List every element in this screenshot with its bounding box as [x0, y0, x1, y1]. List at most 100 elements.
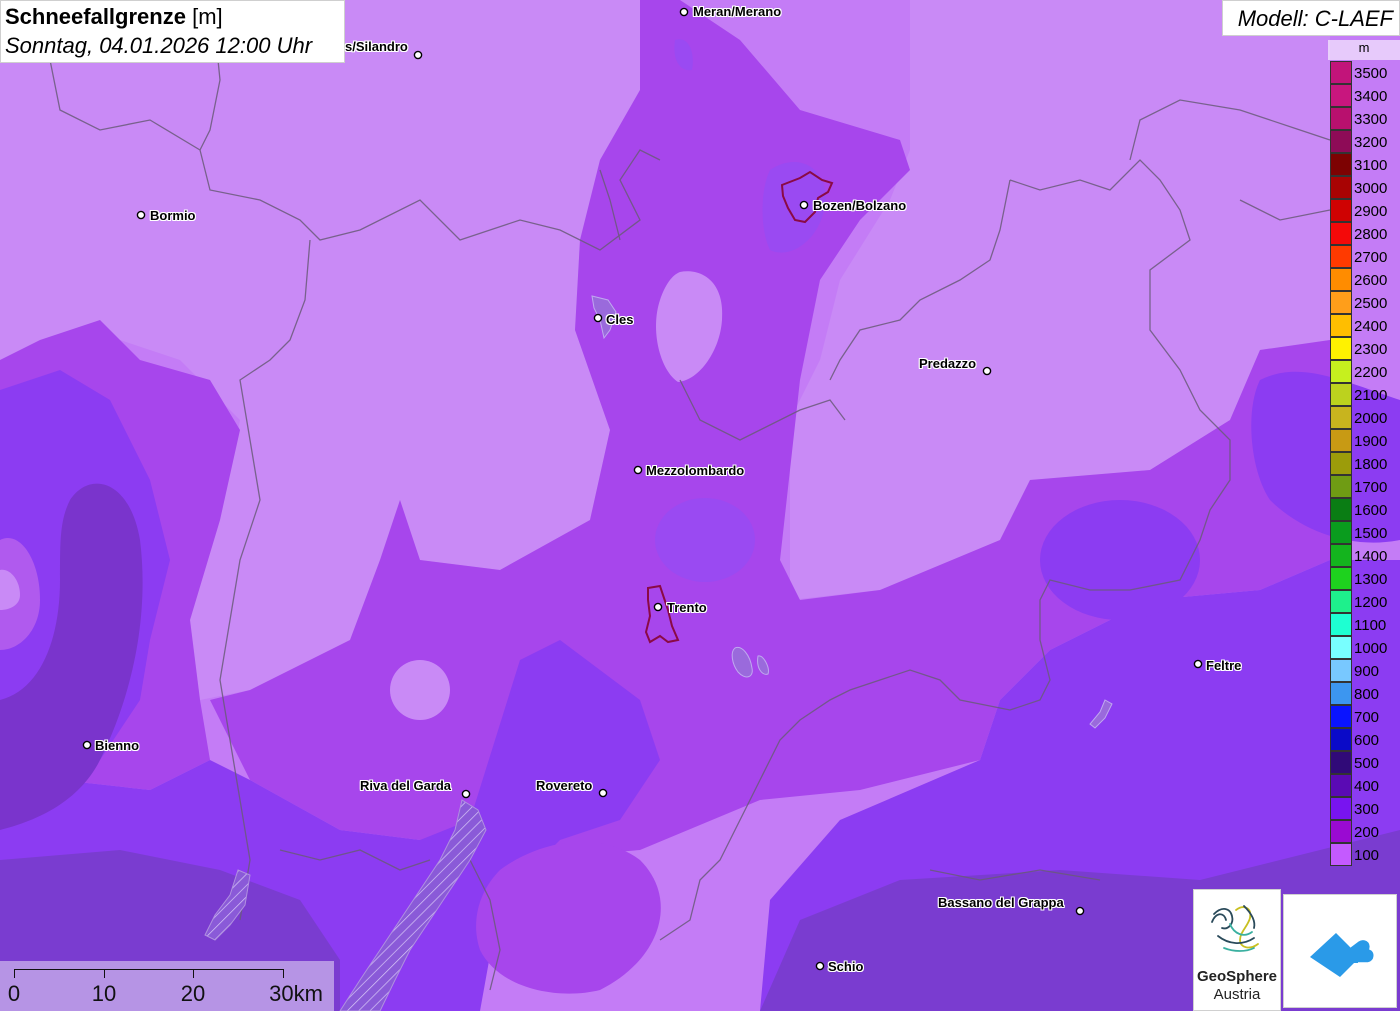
scale-tick — [14, 969, 15, 978]
legend-label: 1900 — [1354, 433, 1388, 450]
legend-item: 900 — [1328, 659, 1400, 682]
legend-label: 300 — [1354, 801, 1380, 818]
city-label: Predazzo — [919, 356, 977, 371]
city-dot — [633, 465, 643, 475]
legend-item: 1800 — [1328, 452, 1400, 475]
city-dot — [593, 313, 603, 323]
legend-swatch — [1330, 452, 1352, 475]
legend-item: 1400 — [1328, 544, 1400, 567]
map-title: Schneefallgrenze [m] — [5, 4, 223, 30]
legend-unit: m — [1328, 40, 1400, 60]
legend-label: 2200 — [1354, 364, 1388, 381]
legend-item: 600 — [1328, 728, 1400, 751]
legend-item: 1500 — [1328, 521, 1400, 544]
legend-swatch — [1330, 797, 1352, 820]
snowline-map[interactable] — [0, 0, 1400, 1011]
city-label: Feltre — [1206, 658, 1242, 673]
legend-label: 2000 — [1354, 410, 1388, 427]
legend-item: 2200 — [1328, 360, 1400, 383]
legend-label: 100 — [1354, 847, 1380, 864]
legend-swatch — [1330, 820, 1352, 843]
legend-label: 1600 — [1354, 502, 1388, 519]
city-dot — [679, 7, 689, 17]
city-label: Bassano del Grappa — [938, 895, 1064, 910]
legend-label: 1500 — [1354, 525, 1388, 542]
geosphere-name: GeoSphere — [1196, 968, 1278, 985]
city-label: Bormio — [150, 208, 196, 223]
legend-swatch — [1330, 360, 1352, 383]
legend-item: 1300 — [1328, 567, 1400, 590]
legend-item: 700 — [1328, 705, 1400, 728]
legend-swatch — [1330, 498, 1352, 521]
legend-item: 2400 — [1328, 314, 1400, 337]
city-label: Bozen/Bolzano — [813, 198, 907, 213]
legend-item: 3000 — [1328, 176, 1400, 199]
scale-tick — [193, 969, 194, 978]
legend-swatch — [1330, 659, 1352, 682]
legend-swatch — [1330, 567, 1352, 590]
legend-label: 2500 — [1354, 295, 1388, 312]
geosphere-logo[interactable]: GeoSphere Austria — [1193, 889, 1281, 1011]
scale-tick — [104, 969, 105, 978]
legend-item: 3400 — [1328, 84, 1400, 107]
legend-item: 1700 — [1328, 475, 1400, 498]
legend-item: 3500 — [1328, 61, 1400, 84]
legend-item: 2100 — [1328, 383, 1400, 406]
legend-swatch — [1330, 245, 1352, 268]
map-timestamp: Sonntag, 04.01.2026 12:00 Uhr — [5, 33, 313, 58]
legend-label: 1400 — [1354, 548, 1388, 565]
weather-app-logo[interactable] — [1283, 894, 1397, 1008]
legend-swatch — [1330, 199, 1352, 222]
legend-swatch — [1330, 406, 1352, 429]
island-south — [390, 660, 450, 720]
scale-label-30: 30km — [269, 981, 323, 1006]
legend-label: 2100 — [1354, 387, 1388, 404]
legend-item: 2900 — [1328, 199, 1400, 222]
legend-label: 500 — [1354, 755, 1380, 772]
legend-item: 1200 — [1328, 590, 1400, 613]
scale-label-20: 20 — [180, 981, 206, 1006]
legend-swatch — [1330, 544, 1352, 567]
legend-label: 800 — [1354, 686, 1380, 703]
city-label: Riva del Garda — [360, 778, 452, 793]
legend-item: 300 — [1328, 797, 1400, 820]
legend-item: 2600 — [1328, 268, 1400, 291]
legend-swatch — [1330, 475, 1352, 498]
legend-label: 3500 — [1354, 65, 1388, 82]
color-legend: m 3500 3400 3300 3200 3100 3000 2900 2800 2700 26… — [1328, 40, 1400, 872]
legend-item: 800 — [1328, 682, 1400, 705]
scale-bar: 0 10 20 30km — [0, 961, 334, 1011]
legend-swatch — [1330, 429, 1352, 452]
legend-label: 2300 — [1354, 341, 1388, 358]
legend-swatch — [1330, 176, 1352, 199]
legend-item: 3300 — [1328, 107, 1400, 130]
city-dot — [1075, 906, 1085, 916]
legend-label: 1100 — [1354, 617, 1387, 634]
legend-swatch — [1330, 521, 1352, 544]
city-dot — [136, 210, 146, 220]
city-label: Mezzolombardo — [646, 463, 745, 478]
geosphere-country: Austria — [1213, 986, 1261, 1003]
legend-items: 3500 3400 3300 3200 3100 3000 2900 2800 2700 2600… — [1328, 61, 1400, 866]
legend-label: 1800 — [1354, 456, 1388, 473]
legend-item: 2800 — [1328, 222, 1400, 245]
legend-swatch — [1330, 590, 1352, 613]
city-label: Cles — [606, 312, 634, 327]
legend-label: 2800 — [1354, 226, 1388, 243]
zone-300-east — [1040, 500, 1200, 620]
legend-item: 1900 — [1328, 429, 1400, 452]
legend-swatch — [1330, 728, 1352, 751]
map-title-unit: [m] — [192, 4, 223, 29]
legend-label: 2600 — [1354, 272, 1388, 289]
scale-label-10: 10 — [91, 981, 117, 1006]
legend-item: 3200 — [1328, 130, 1400, 153]
legend-label: 3100 — [1354, 157, 1388, 174]
legend-item: 1100 — [1328, 613, 1400, 636]
city-label: Schio — [828, 959, 864, 974]
city-label: Bienno — [95, 738, 140, 753]
map-title-text: Schneefallgrenze — [5, 4, 186, 29]
legend-label: 1700 — [1354, 479, 1388, 496]
scale-label-0: 0 — [7, 981, 21, 1006]
model-panel: Modell: C-LAEF — [1222, 0, 1400, 36]
legend-swatch — [1330, 774, 1352, 797]
